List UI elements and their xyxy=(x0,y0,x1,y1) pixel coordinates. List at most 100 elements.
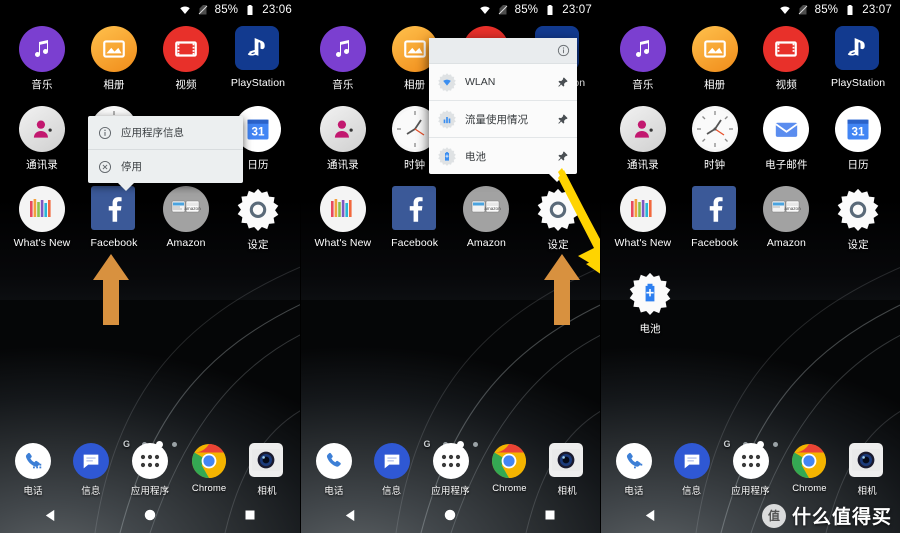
back-button[interactable] xyxy=(30,497,70,533)
dock-item-messages[interactable]: 信息 xyxy=(373,443,410,497)
contacts-icon xyxy=(619,106,666,152)
back-button[interactable] xyxy=(631,497,671,533)
app-shortcuts-popup[interactable]: WLAN 流量使用情况 电池 xyxy=(429,38,577,182)
svg-text:amazon: amazon xyxy=(785,206,802,211)
app-album[interactable]: 相册 xyxy=(679,26,751,92)
wifi-icon xyxy=(779,6,790,14)
app-clock[interactable]: 时钟 xyxy=(679,106,751,172)
shortcut-item-data-usage[interactable]: 流量使用情况 xyxy=(429,100,577,137)
dock-item-messages[interactable]: 信息 xyxy=(673,443,710,497)
dock-item-messages[interactable]: 信息 xyxy=(72,443,109,497)
app-facebook[interactable]: Facebook xyxy=(679,186,751,252)
app-amazon[interactable]: amazon Amazon xyxy=(751,186,823,252)
dock-item-camera[interactable]: 相机 xyxy=(849,443,885,497)
app-context-menu[interactable]: 应用程序信息 停用 xyxy=(88,116,243,191)
app-settings[interactable]: 设定 xyxy=(822,186,894,252)
camera-icon xyxy=(248,443,285,479)
home-app-grid-3: 音乐 相册 视频 PlayStation 通讯录 时钟 电子邮件 31 日历 Wh… xyxy=(601,26,900,252)
dock-item-app-drawer[interactable]: 应用程序 xyxy=(131,443,169,497)
dock-label: 应用程序 xyxy=(130,486,170,497)
dock-item-chrome[interactable]: Chrome xyxy=(191,443,227,494)
app-playstation[interactable]: PlayStation xyxy=(222,26,294,92)
watermark-badge: 值 xyxy=(761,503,786,528)
dock-item-app-drawer[interactable]: 应用程序 xyxy=(431,443,470,497)
phone-panel-1: 85% 23:06 音乐 相册 视频 PlayStation 通讯录 31 日历… xyxy=(0,0,300,533)
home-button[interactable] xyxy=(430,497,470,533)
dock-item-chrome[interactable]: Chrome xyxy=(791,443,827,494)
battery-percent: 85% xyxy=(814,4,839,16)
app-music[interactable]: 音乐 xyxy=(607,26,679,92)
dock-label: 信息 xyxy=(381,486,402,497)
recents-button[interactable] xyxy=(530,497,570,533)
shortcut-item-wlan[interactable]: WLAN xyxy=(429,64,577,100)
app-battery-shortcut[interactable]: 电池 xyxy=(615,270,685,336)
app-album[interactable]: 相册 xyxy=(78,26,150,92)
pin-icon[interactable] xyxy=(556,150,569,163)
app-amazon[interactable]: amazon Amazon xyxy=(150,186,222,252)
app-label: 视频 xyxy=(175,79,197,91)
app-label: 音乐 xyxy=(332,79,354,91)
dock-item-phone[interactable]: 电话 xyxy=(315,443,352,497)
status-clock: 23:06 xyxy=(262,4,292,16)
wifi-icon xyxy=(179,6,190,14)
context-menu-item-app-info[interactable]: 应用程序信息 xyxy=(88,116,243,149)
battery-icon xyxy=(547,5,553,15)
dock-label: 应用程序 xyxy=(731,486,770,497)
pin-icon[interactable] xyxy=(556,76,569,89)
app-facebook[interactable]: Facebook xyxy=(379,186,451,252)
app-label: Facebook xyxy=(691,237,739,249)
contacts-icon xyxy=(19,106,65,152)
app-contacts[interactable]: 通讯录 xyxy=(607,106,679,172)
screenshot-root: 85% 23:06 音乐 相册 视频 PlayStation 通讯录 31 日历… xyxy=(0,0,900,533)
app-label: What's New xyxy=(314,237,372,249)
messages-icon xyxy=(673,443,710,479)
app-amazon[interactable]: amazon Amazon xyxy=(451,186,523,252)
app-whats-new[interactable]: What's New xyxy=(307,186,379,252)
dock-item-chrome[interactable]: Chrome xyxy=(491,443,527,494)
settings-gear-icon xyxy=(835,186,881,232)
messages-icon xyxy=(373,443,410,479)
app-whats-new[interactable]: What's New xyxy=(607,186,679,252)
app-label: 日历 xyxy=(247,159,269,171)
app-label: What's New xyxy=(13,237,71,249)
app-label: PlayStation xyxy=(831,77,886,89)
app-settings[interactable]: 设定 xyxy=(222,186,294,252)
context-menu-item-disable[interactable]: 停用 xyxy=(88,149,243,183)
app-label: 通讯录 xyxy=(326,159,359,171)
whats-new-icon xyxy=(619,186,666,232)
app-music[interactable]: 音乐 xyxy=(6,26,78,92)
email-icon xyxy=(763,106,810,152)
app-music[interactable]: 音乐 xyxy=(307,26,379,92)
dock-label: Chrome xyxy=(792,483,827,494)
recents-button[interactable] xyxy=(230,497,270,533)
info-circle-icon[interactable] xyxy=(557,44,570,57)
app-contacts[interactable]: 通讯录 xyxy=(307,106,379,172)
app-label: Amazon xyxy=(466,237,506,249)
app-label: Facebook xyxy=(90,237,138,249)
app-playstation[interactable]: PlayStation xyxy=(822,26,894,92)
app-email[interactable]: 电子邮件 xyxy=(751,106,823,172)
video-icon xyxy=(163,26,209,72)
dock-item-camera[interactable]: 相机 xyxy=(248,443,285,497)
shortcut-label: WLAN xyxy=(465,76,496,88)
dock-item-phone[interactable]: 电话 xyxy=(615,443,652,497)
app-facebook[interactable]: Facebook xyxy=(78,186,150,252)
home-button[interactable] xyxy=(130,497,170,533)
app-contacts[interactable]: 通讯录 xyxy=(6,106,78,172)
no-sim-icon xyxy=(198,5,207,15)
status-clock: 23:07 xyxy=(562,4,592,16)
pin-icon[interactable] xyxy=(556,113,569,126)
back-button[interactable] xyxy=(331,497,371,533)
yellow-arrow-drag-to-home xyxy=(558,168,600,274)
app-calendar[interactable]: 31 日历 xyxy=(822,106,894,172)
dock-item-app-drawer[interactable]: 应用程序 xyxy=(731,443,770,497)
app-video[interactable]: 视频 xyxy=(150,26,222,92)
dock-1: 电话 信息 应用程序 Chrome 相机 xyxy=(0,443,300,497)
shortcut-item-battery[interactable]: 电池 xyxy=(429,137,577,174)
dock-item-camera[interactable]: 相机 xyxy=(549,443,585,497)
dock-3: 电话 信息 应用程序 Chrome 相机 xyxy=(601,443,900,497)
app-video[interactable]: 视频 xyxy=(751,26,823,92)
app-whats-new[interactable]: What's New xyxy=(6,186,78,252)
settings-gear-icon xyxy=(235,186,281,232)
dock-item-phone[interactable]: 电话 xyxy=(14,443,51,497)
